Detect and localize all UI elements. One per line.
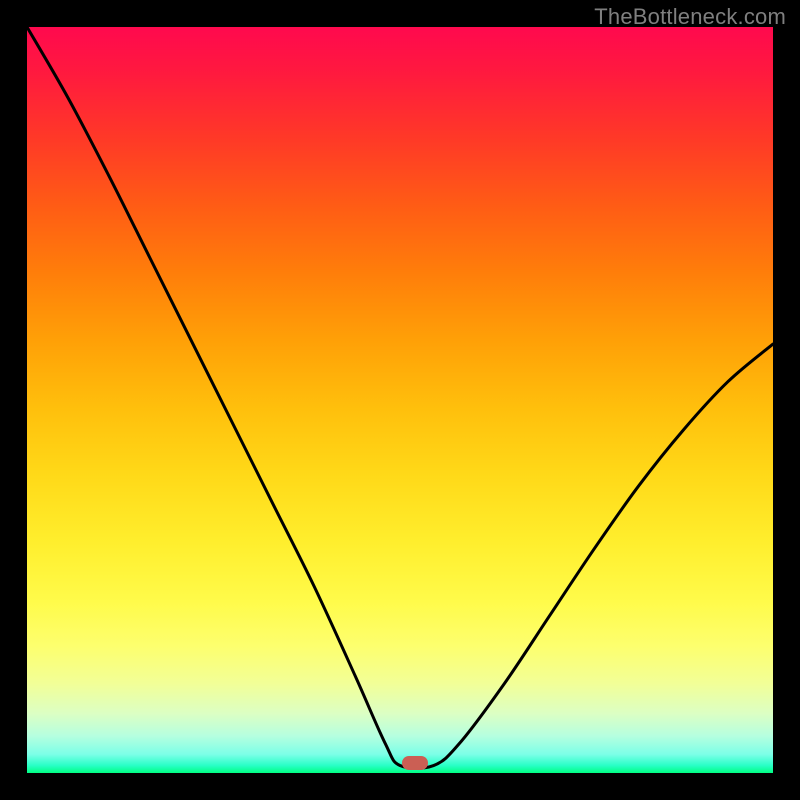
plot-area — [27, 27, 773, 773]
curve-svg — [27, 27, 773, 773]
minimum-marker — [402, 756, 428, 770]
bottleneck-curve-path — [27, 27, 773, 768]
chart-frame: TheBottleneck.com — [0, 0, 800, 800]
